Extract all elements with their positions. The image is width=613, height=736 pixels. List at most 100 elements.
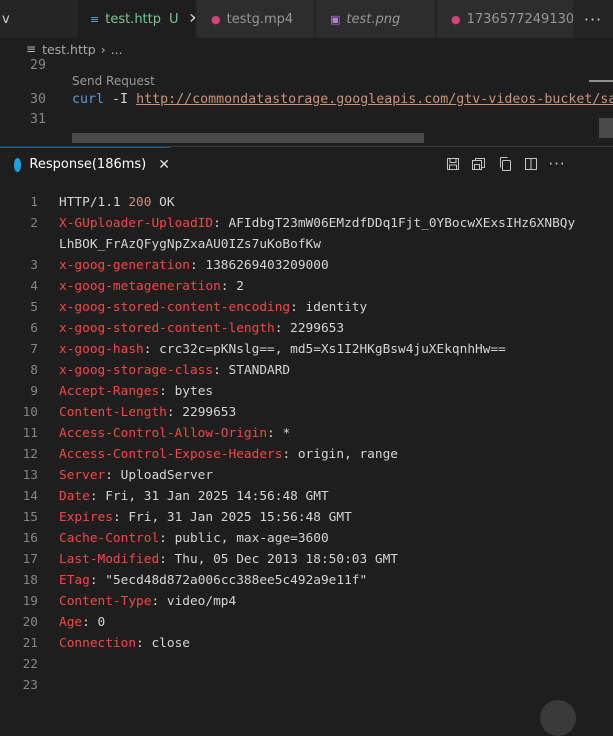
header-value: : Fri, 31 Jan 2025 15:56:48 GMT bbox=[112, 510, 352, 525]
tab-overflow-label: v bbox=[2, 11, 10, 27]
header-value: : UploadServer bbox=[105, 468, 214, 483]
floating-action-button[interactable] bbox=[540, 700, 576, 736]
header-value: : 1386269403209000 bbox=[189, 258, 329, 273]
copy-icon[interactable] bbox=[492, 151, 518, 177]
header-value: : AFIdbgT23mW06EMzdfDDq1Fjt_0YBocwXExsIH… bbox=[213, 216, 576, 231]
line-number: 31 bbox=[29, 112, 46, 127]
untracked-badge: U bbox=[169, 11, 179, 27]
header-value: : identity bbox=[290, 300, 368, 315]
line-number: 8 bbox=[30, 363, 38, 378]
header-name: Last-Modified bbox=[59, 552, 160, 567]
save-all-icon[interactable] bbox=[466, 151, 492, 177]
line-number: 23 bbox=[22, 678, 38, 693]
close-icon[interactable]: ✕ bbox=[189, 11, 195, 27]
video-file-icon: ● bbox=[211, 12, 221, 26]
response-text: Accept-Ranges: bytes bbox=[59, 381, 213, 402]
request-url[interactable]: http://commondatastorage.googleapis.com/… bbox=[136, 92, 613, 107]
response-text: x-goog-generation: 1386269403209000 bbox=[59, 255, 329, 276]
save-icon[interactable] bbox=[440, 151, 466, 177]
header-name: x-goog-stored-content-encoding bbox=[59, 300, 291, 315]
send-request-codelens[interactable]: Send Request bbox=[72, 74, 155, 88]
line-number: 10 bbox=[22, 405, 38, 420]
image-file-icon: ▣ bbox=[330, 12, 341, 26]
breadcrumb-file[interactable]: test.http bbox=[42, 42, 96, 57]
header-name: x-goog-stored-content-length bbox=[59, 321, 275, 336]
response-text: x-goog-stored-content-encoding: identity bbox=[59, 297, 367, 318]
line-number: 21 bbox=[22, 636, 38, 651]
response-tab-label: Response(186ms) bbox=[29, 157, 147, 172]
status-code: 200 bbox=[128, 195, 152, 210]
line-number: 2 bbox=[30, 216, 38, 231]
http-file-icon: ≡ bbox=[90, 12, 100, 26]
header-name: Age bbox=[59, 615, 83, 630]
tab-response[interactable]: Response(186ms) ✕ bbox=[0, 147, 170, 181]
code-text[interactable]: curl -I http://commondatastorage.googlea… bbox=[72, 90, 613, 110]
header-name: Connection bbox=[59, 636, 137, 651]
header-value: : * bbox=[267, 426, 291, 441]
response-text: HTTP/1.1 200 OK bbox=[59, 192, 175, 213]
header-name: Access-Control-Allow-Origin bbox=[59, 426, 268, 441]
split-editor-icon[interactable] bbox=[518, 151, 544, 177]
response-text: X-GUploader-UploadID: AFIdbgT23mW06EMzdf… bbox=[59, 213, 575, 234]
line-number: 22 bbox=[22, 657, 38, 672]
response-text: Expires: Fri, 31 Jan 2025 15:56:48 GMT bbox=[59, 507, 352, 528]
response-text: x-goog-metageneration: 2 bbox=[59, 276, 244, 297]
line-number: 14 bbox=[22, 489, 38, 504]
header-value: : STANDARD bbox=[213, 363, 291, 378]
header-name: x-goog-metageneration bbox=[59, 279, 221, 294]
header-value: : Thu, 05 Dec 2013 18:50:03 GMT bbox=[159, 552, 399, 567]
response-text: Access-Control-Expose-Headers: origin, r… bbox=[59, 444, 398, 465]
response-text: ETag: "5ecd48d872a006cc388ee5c492a9e11f" bbox=[59, 570, 367, 591]
response-content[interactable]: 1 HTTP/1.1 200 OK 2 X-GUploader-UploadID: A… bbox=[0, 192, 613, 710]
header-value: OK bbox=[151, 195, 175, 210]
response-text: x-goog-hash: crc32c=pKNslg==, md5=Xs1I2H… bbox=[59, 339, 506, 360]
header-value: : 2299653 bbox=[274, 321, 345, 336]
vertical-scrollbar[interactable] bbox=[599, 118, 613, 138]
line-number: 19 bbox=[22, 594, 38, 609]
header-value: HTTP/1.1 bbox=[59, 195, 129, 210]
header-name: X-GUploader-UploadID bbox=[59, 216, 214, 231]
header-value: : bytes bbox=[159, 384, 214, 399]
header-value: : video/mp4 bbox=[151, 594, 237, 609]
video-file-icon: ● bbox=[451, 12, 461, 26]
header-value: LhBOK_FrAzQFygNpZxaAU0IZs7uKoBofKw bbox=[59, 237, 321, 252]
header-name: x-goog-storage-class bbox=[59, 363, 214, 378]
tab-testg-mp4[interactable]: ● testg.mp4 bbox=[197, 0, 315, 38]
overview-ruler-mark bbox=[589, 80, 613, 82]
header-value: : public, max-age=3600 bbox=[159, 531, 329, 546]
line-number: 18 bbox=[22, 573, 38, 588]
header-name: Server bbox=[59, 468, 106, 483]
response-text: Content-Length: 2299653 bbox=[59, 402, 236, 423]
line-number: 15 bbox=[22, 510, 38, 525]
breadcrumb-rest[interactable]: ... bbox=[111, 42, 123, 57]
response-text: x-goog-storage-class: STANDARD bbox=[59, 360, 290, 381]
horizontal-scrollbar[interactable] bbox=[72, 133, 424, 143]
tab-overflow[interactable]: v bbox=[0, 0, 18, 38]
response-text: Age: 0 bbox=[59, 612, 105, 633]
response-text: Server: UploadServer bbox=[59, 465, 213, 486]
tab-test-png[interactable]: ▣ test.png bbox=[316, 0, 436, 38]
header-name: x-goog-hash bbox=[59, 342, 144, 357]
line-number: 1 bbox=[30, 195, 38, 210]
tab-video-file[interactable]: ● 1736577249130.r bbox=[437, 0, 577, 38]
close-icon[interactable]: ✕ bbox=[158, 157, 170, 173]
header-name: ETag bbox=[59, 573, 90, 588]
line-number: 9 bbox=[30, 384, 38, 399]
line-number: 11 bbox=[22, 426, 38, 441]
more-actions-icon[interactable]: ··· bbox=[544, 151, 570, 177]
more-actions-icon[interactable]: ··· bbox=[573, 0, 613, 38]
tab-test-http[interactable]: ≡ test.http U ✕ bbox=[78, 0, 196, 38]
header-name: Expires bbox=[59, 510, 113, 525]
header-value: : 0 bbox=[82, 615, 106, 630]
line-number: 5 bbox=[30, 300, 38, 315]
line-number: 30 bbox=[29, 92, 46, 107]
header-name: Accept-Ranges bbox=[59, 384, 160, 399]
line-number: 16 bbox=[22, 531, 38, 546]
line-number: 13 bbox=[22, 468, 38, 483]
header-value: : crc32c=pKNslg==, md5=Xs1I2HKgBsw4juXEk… bbox=[143, 342, 506, 357]
curl-command: curl bbox=[72, 92, 105, 107]
header-value: : 2 bbox=[220, 279, 244, 294]
breadcrumb-separator: › bbox=[100, 41, 106, 57]
line-number: 12 bbox=[22, 447, 38, 462]
editor-area[interactable]: 29 Send Request 30 curl -I http://common… bbox=[0, 56, 613, 146]
